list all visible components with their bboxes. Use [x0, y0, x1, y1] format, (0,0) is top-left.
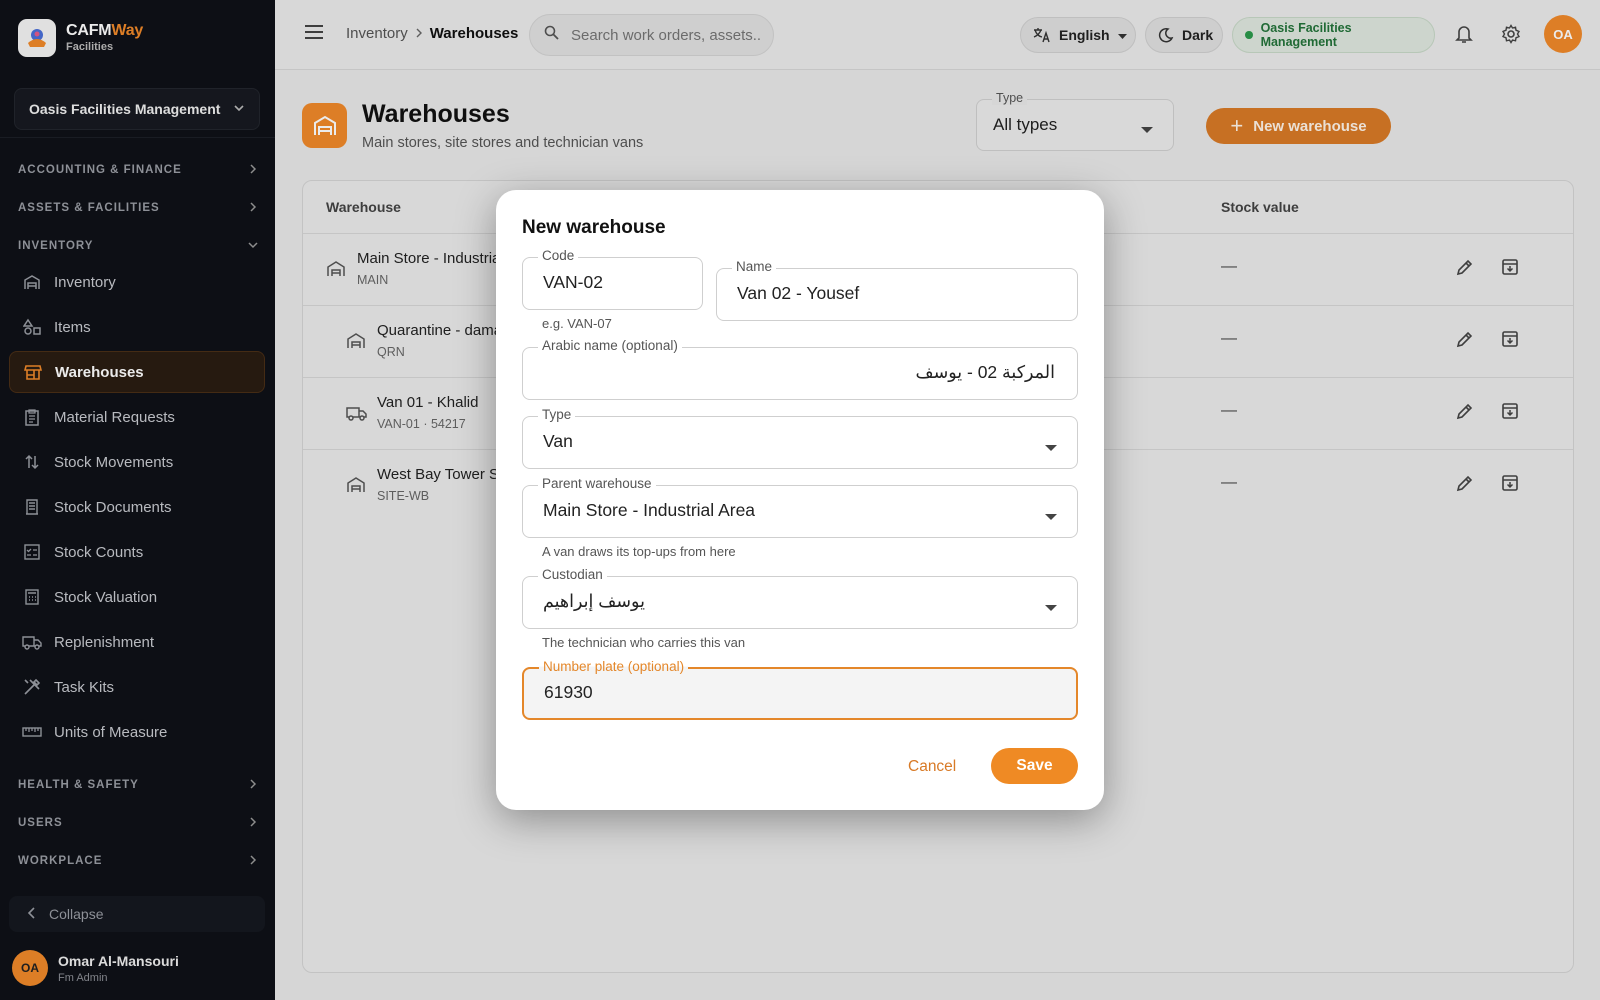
- save-button[interactable]: Save: [991, 748, 1078, 784]
- custodian-helper: The technician who carries this van: [542, 635, 746, 650]
- custodian-value: يوسف إبراهيم: [543, 591, 645, 611]
- arabic-name-field[interactable]: Arabic name (optional) المركبة 02 - يوسف: [522, 338, 1078, 400]
- type-label: Type: [538, 407, 576, 422]
- arabic-name-label: Arabic name (optional): [538, 338, 682, 353]
- dialog-title: New warehouse: [522, 217, 666, 238]
- code-label: Code: [538, 248, 579, 263]
- new-warehouse-dialog: New warehouse Code VAN-02 e.g. VAN-07 Na…: [496, 190, 1104, 810]
- number-plate-field[interactable]: Number plate (optional) 61930: [522, 659, 1078, 720]
- type-select[interactable]: Type Van: [522, 407, 1078, 469]
- code-helper: e.g. VAN-07: [542, 316, 612, 331]
- caret-down-icon: [1045, 599, 1057, 617]
- number-plate-label: Number plate (optional): [539, 659, 689, 674]
- number-plate-value: 61930: [544, 682, 593, 702]
- name-value: Van 02 - Yousef: [737, 283, 860, 303]
- caret-down-icon: [1045, 508, 1057, 526]
- name-field[interactable]: Name Van 02 - Yousef: [716, 259, 1078, 321]
- parent-warehouse-select[interactable]: Parent warehouse Main Store - Industrial…: [522, 476, 1078, 538]
- type-value: Van: [543, 431, 573, 451]
- custodian-select[interactable]: Custodian يوسف إبراهيم: [522, 567, 1078, 629]
- parent-warehouse-label: Parent warehouse: [538, 476, 656, 491]
- parent-warehouse-helper: A van draws its top-ups from here: [542, 544, 736, 559]
- name-label: Name: [732, 259, 777, 274]
- parent-warehouse-value: Main Store - Industrial Area: [543, 500, 756, 520]
- cancel-button[interactable]: Cancel: [908, 758, 956, 776]
- custodian-label: Custodian: [538, 567, 607, 582]
- code-value: VAN-02: [543, 272, 603, 292]
- caret-down-icon: [1045, 439, 1057, 457]
- arabic-name-value: المركبة 02 - يوسف: [915, 362, 1055, 382]
- code-field[interactable]: Code VAN-02: [522, 248, 703, 310]
